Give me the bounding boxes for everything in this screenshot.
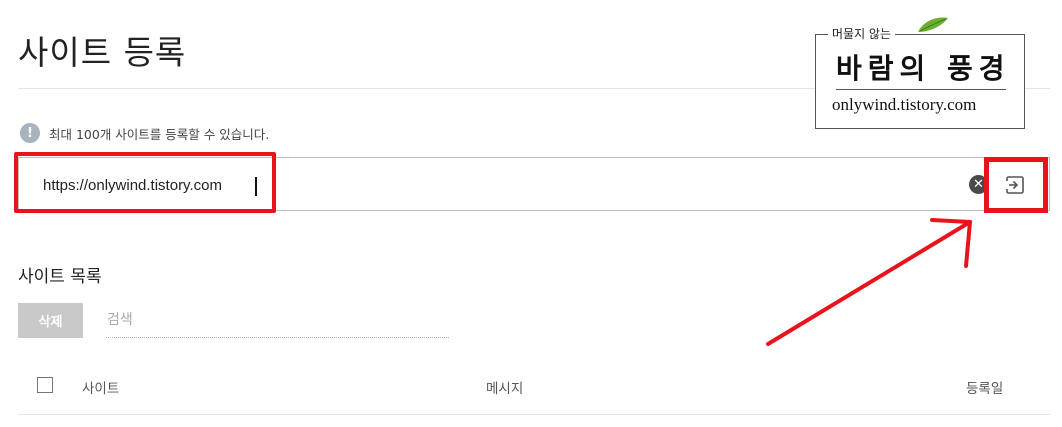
watermark-rule	[836, 89, 1006, 90]
site-list-title: 사이트 목록	[18, 267, 102, 287]
select-all-checkbox[interactable]	[37, 377, 53, 393]
column-site[interactable]: 사이트	[82, 377, 119, 397]
table-divider	[18, 414, 1050, 415]
watermark-title: 바람의 풍경	[836, 52, 1011, 85]
delete-button[interactable]: 삭제	[18, 303, 83, 338]
search-input[interactable]	[106, 303, 449, 338]
page-title: 사이트 등록	[18, 33, 187, 72]
url-input-row: ✕	[18, 157, 1050, 211]
enter-icon[interactable]	[1004, 174, 1026, 196]
leaf-icon	[918, 17, 948, 32]
text-caret	[255, 177, 257, 196]
clear-icon[interactable]: ✕	[969, 175, 988, 194]
notice: ! 최대 100개 사이트를 등록할 수 있습니다.	[20, 123, 269, 143]
column-message: 메시지	[486, 381, 524, 397]
notice-text: 최대 100개 사이트를 등록할 수 있습니다.	[49, 126, 270, 142]
watermark-url: onlywind.tistory.com	[832, 95, 977, 114]
url-input[interactable]	[43, 174, 743, 196]
watermark-subtitle: 머물지 않는	[828, 25, 896, 42]
info-icon: !	[20, 123, 40, 143]
column-date[interactable]: 등록일	[966, 377, 1003, 397]
table-header: 사이트 메시지 등록일	[18, 366, 1050, 406]
